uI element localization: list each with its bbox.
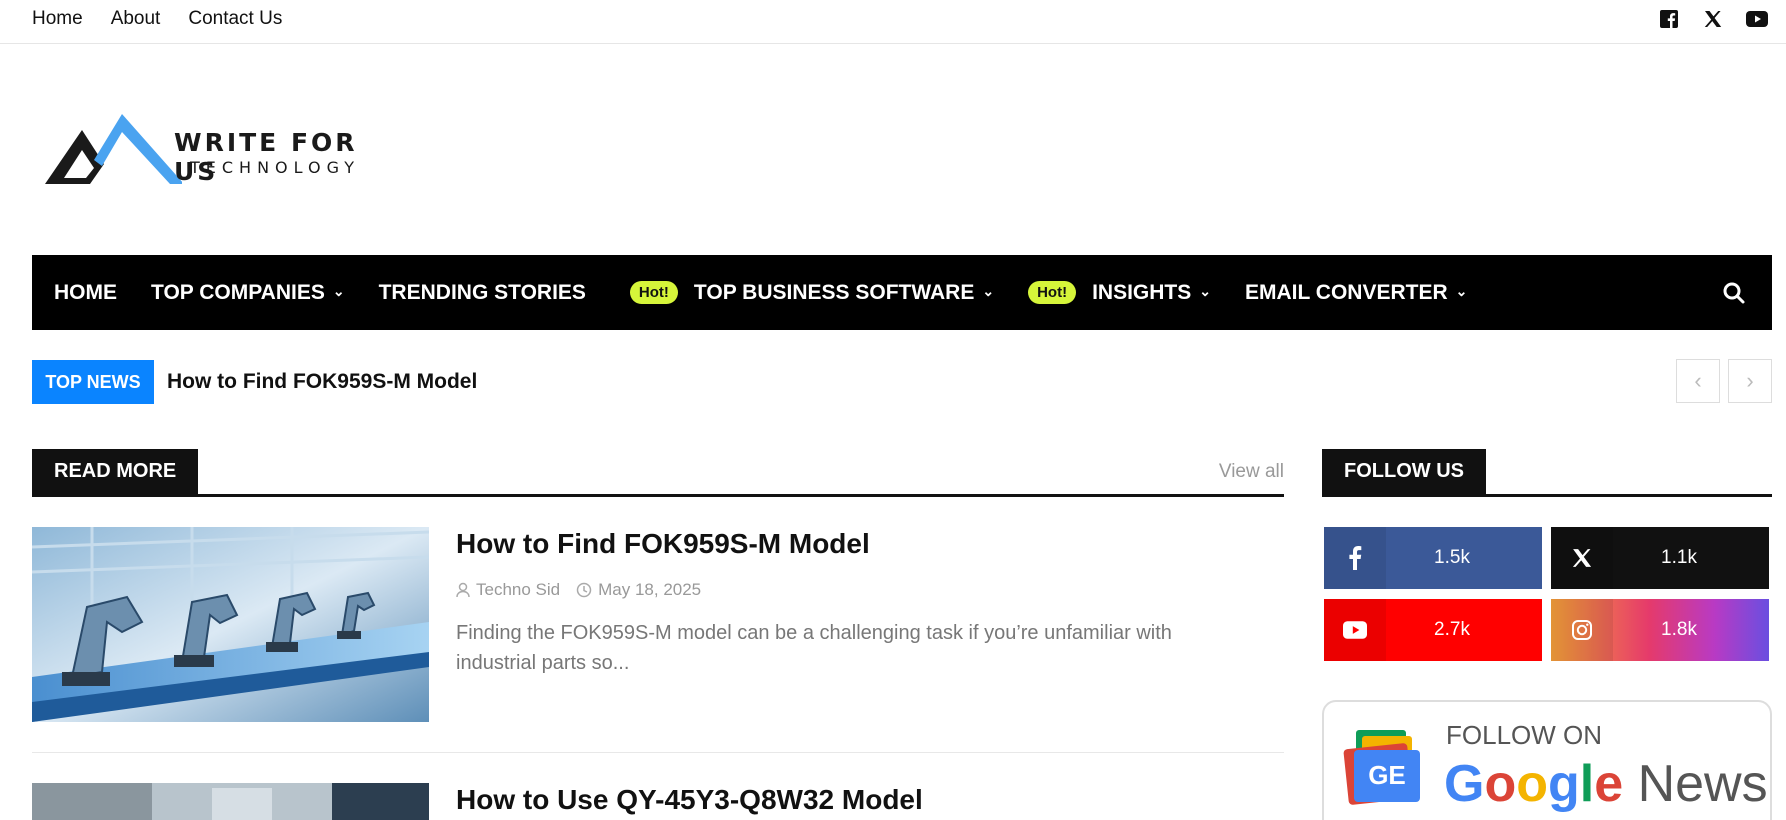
chevron-left-icon: ‹ xyxy=(1694,368,1702,393)
top-bar: Home About Contact Us xyxy=(0,0,1786,44)
top-news-headline[interactable]: How to Find FOK959S-M Model xyxy=(167,370,477,394)
google-wordmark: Google xyxy=(1444,755,1624,813)
follow-us-header: FOLLOW US xyxy=(1322,449,1772,497)
instagram-follow-button[interactable]: 1.8k xyxy=(1551,599,1769,661)
news-wordmark: News xyxy=(1637,755,1768,813)
top-nav-home[interactable]: Home xyxy=(32,8,83,30)
read-more-header: READ MORE View all xyxy=(32,449,1284,497)
read-more-label: READ MORE xyxy=(32,449,199,494)
article-date: May 18, 2025 xyxy=(576,580,701,600)
google-news-badge-text: GE xyxy=(1368,760,1406,790)
main-nav-email-converter[interactable]: EMAIL CONVERTER ⌄ xyxy=(1245,281,1467,305)
chevron-right-icon: › xyxy=(1746,368,1754,393)
top-nav-about[interactable]: About xyxy=(111,8,161,30)
top-social-links xyxy=(1658,8,1768,30)
ticker-next-button[interactable]: › xyxy=(1728,359,1772,403)
logo-mark-icon xyxy=(45,114,182,184)
article-author[interactable]: Techno Sid xyxy=(456,580,560,600)
main-nav-insights[interactable]: Hot! INSIGHTS ⌄ xyxy=(1028,281,1211,305)
ticker-prev-button[interactable]: ‹ xyxy=(1676,359,1720,403)
instagram-count: 1.8k xyxy=(1661,619,1697,640)
factory-robots-image xyxy=(32,527,429,722)
facebook-icon[interactable] xyxy=(1658,8,1680,30)
chevron-down-icon: ⌄ xyxy=(982,283,995,299)
article-meta: Techno Sid May 18, 2025 xyxy=(456,580,701,600)
main-nav-home[interactable]: HOME xyxy=(54,281,117,305)
x-icon xyxy=(1551,527,1613,589)
main-nav-email-converter-label: EMAIL CONVERTER xyxy=(1245,280,1448,304)
instagram-icon xyxy=(1551,599,1613,661)
youtube-icon[interactable] xyxy=(1746,8,1768,30)
article-divider xyxy=(32,752,1284,753)
youtube-icon xyxy=(1324,599,1386,661)
main-nav-trending-stories-label: TRENDING STORIES xyxy=(378,280,586,304)
article-author-name: Techno Sid xyxy=(476,580,561,599)
top-news-label: TOP NEWS xyxy=(32,360,154,404)
top-nav: Home About Contact Us xyxy=(32,8,282,30)
main-nav-top-companies-label: TOP COMPANIES xyxy=(151,280,325,304)
youtube-count: 2.7k xyxy=(1434,619,1470,640)
site-logo[interactable]: WRITE FOR US TECHNOLOGY xyxy=(42,108,402,192)
article-date-text: May 18, 2025 xyxy=(598,580,702,599)
google-news-follow-banner[interactable]: GE FOLLOW ON Google News xyxy=(1322,700,1772,820)
chevron-down-icon: ⌄ xyxy=(1199,283,1212,299)
hot-badge: Hot! xyxy=(1028,281,1077,304)
main-nav: HOME TOP COMPANIES ⌄ TRENDING STORIES Hot… xyxy=(32,255,1772,330)
article-thumbnail[interactable] xyxy=(32,527,429,722)
chevron-down-icon: ⌄ xyxy=(332,283,345,299)
clock-icon xyxy=(576,582,592,598)
facebook-count: 1.5k xyxy=(1434,547,1470,568)
follow-us-label: FOLLOW US xyxy=(1322,449,1486,494)
x-icon[interactable] xyxy=(1702,8,1724,30)
main-nav-trending-stories[interactable]: TRENDING STORIES xyxy=(379,281,586,305)
article-title[interactable]: How to Use QY-45Y3-Q8W32 Model xyxy=(456,784,923,816)
article-thumbnail[interactable] xyxy=(32,783,429,820)
article-image xyxy=(32,783,429,820)
main-nav-top-business-software-label: TOP BUSINESS SOFTWARE xyxy=(693,280,975,304)
youtube-follow-button[interactable]: 2.7k xyxy=(1324,599,1542,661)
main-nav-top-companies[interactable]: TOP COMPANIES ⌄ xyxy=(151,281,345,305)
google-news-icon: GE xyxy=(1343,730,1420,805)
search-icon[interactable] xyxy=(1722,281,1746,305)
article-excerpt: Finding the FOK959S-M model can be a cha… xyxy=(456,622,1172,674)
user-icon xyxy=(456,582,470,598)
article-title[interactable]: How to Find FOK959S-M Model xyxy=(456,528,870,560)
logo-subtitle: TECHNOLOGY xyxy=(190,158,360,177)
chevron-down-icon: ⌄ xyxy=(1455,283,1468,299)
x-follow-button[interactable]: 1.1k xyxy=(1551,527,1769,589)
top-nav-contact[interactable]: Contact Us xyxy=(188,8,282,30)
main-nav-home-label: HOME xyxy=(54,280,117,304)
facebook-icon xyxy=(1324,527,1386,589)
main-nav-insights-label: INSIGHTS xyxy=(1092,280,1192,304)
google-news-follow-on: FOLLOW ON xyxy=(1446,720,1603,750)
google-news-wordmark: Google News xyxy=(1444,754,1768,814)
hot-badge: Hot! xyxy=(629,281,678,304)
main-nav-top-business-software[interactable]: Hot! TOP BUSINESS SOFTWARE ⌄ xyxy=(629,280,995,305)
facebook-follow-button[interactable]: 1.5k xyxy=(1324,527,1542,589)
x-count: 1.1k xyxy=(1661,547,1697,568)
logo-title: WRITE FOR US xyxy=(174,128,358,186)
view-all-link[interactable]: View all xyxy=(1219,461,1284,483)
